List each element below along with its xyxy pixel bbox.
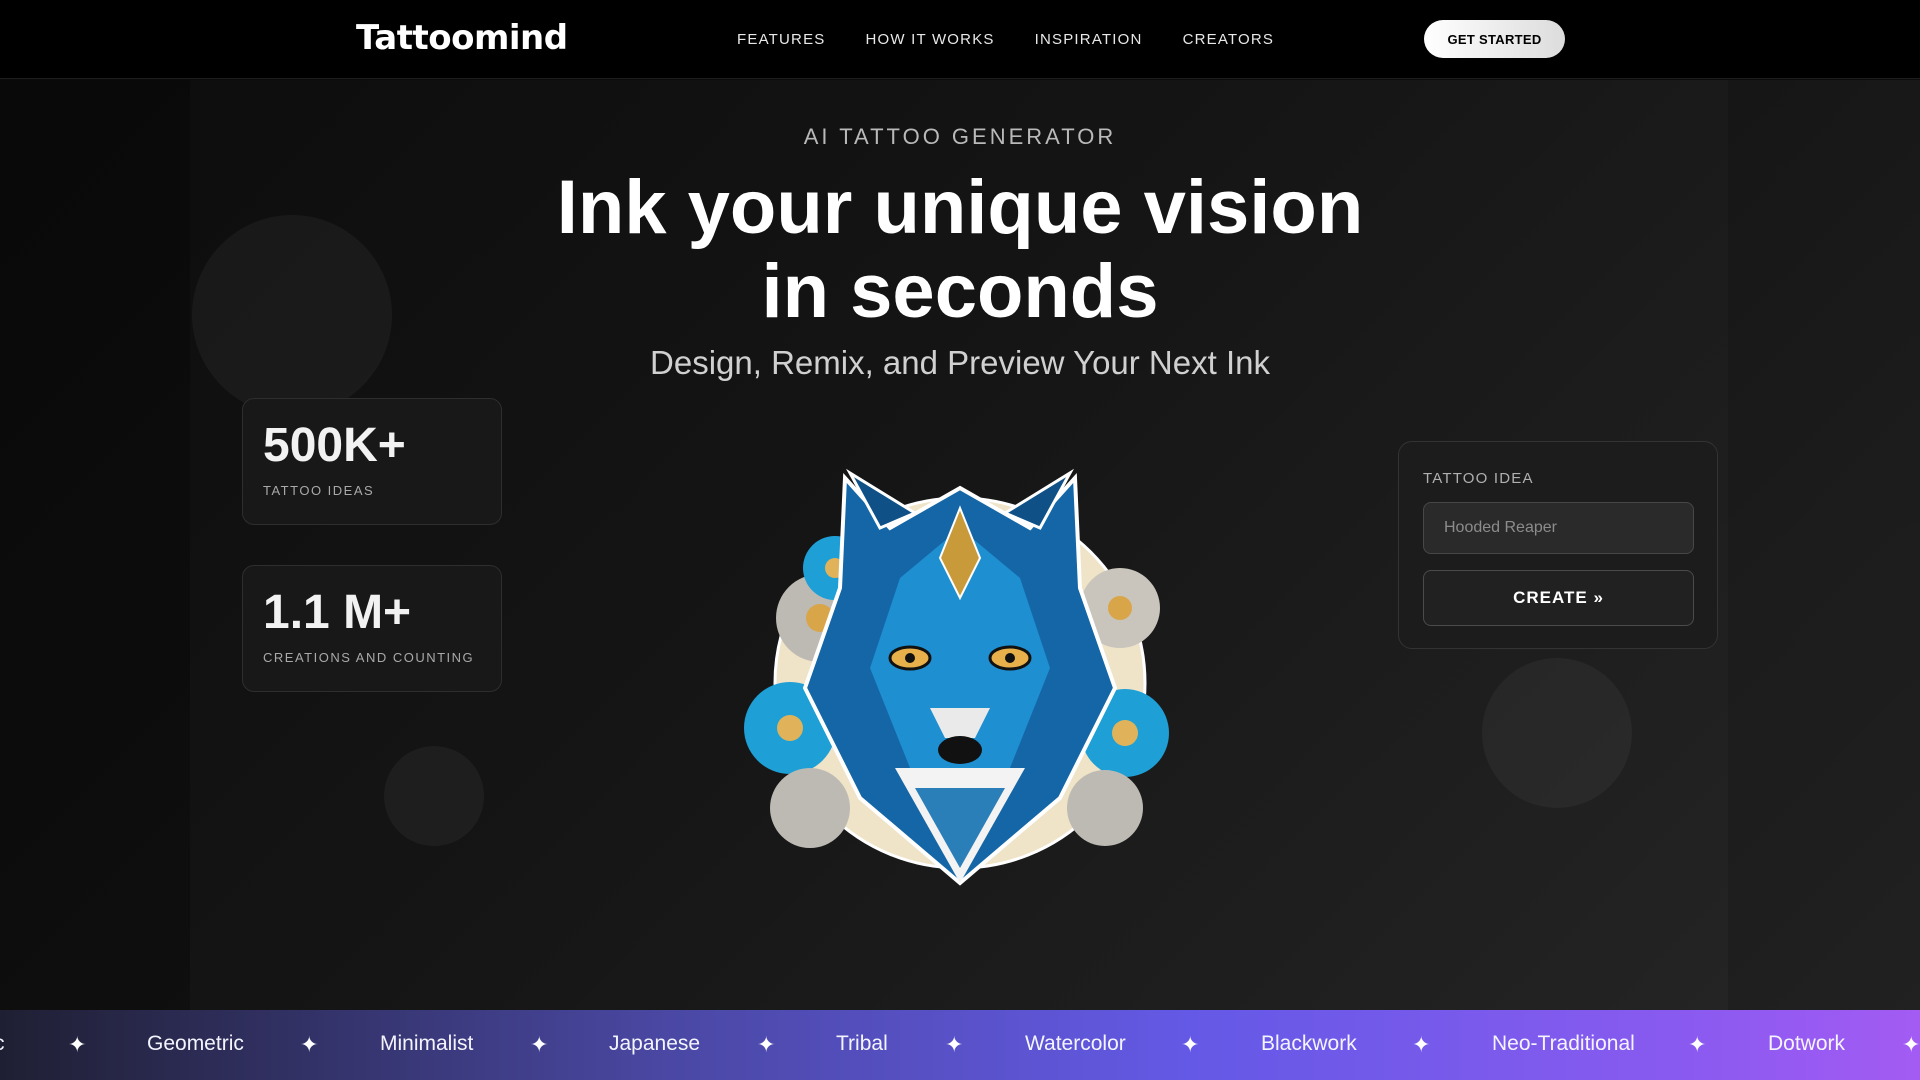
tattoo-idea-label: TATTOO IDEA bbox=[1423, 470, 1534, 487]
decorative-circle bbox=[1482, 658, 1632, 808]
wolf-tattoo-illustration bbox=[744, 468, 1169, 886]
tattoo-idea-input[interactable] bbox=[1423, 502, 1694, 554]
get-started-button[interactable]: GET STARTED bbox=[1424, 20, 1565, 58]
sparkle-icon: ✦ bbox=[300, 1032, 319, 1057]
style-tag-watercolor[interactable]: Watercolor bbox=[1025, 1032, 1126, 1056]
stat-card-creations: 1.1 M+ CREATIONS AND COUNTING bbox=[242, 565, 502, 692]
hero-headline-line-1: Ink your unique vision bbox=[556, 165, 1364, 250]
sparkle-icon: ✦ bbox=[1181, 1032, 1200, 1057]
style-tag-geometric[interactable]: Geometric bbox=[147, 1032, 244, 1056]
stat-label: CREATIONS AND COUNTING bbox=[263, 650, 475, 665]
style-marquee: c ✦ Geometric ✦ Minimalist ✦ Japanese ✦ … bbox=[0, 1010, 1920, 1080]
style-marquee-row: c ✦ Geometric ✦ Minimalist ✦ Japanese ✦ … bbox=[0, 1032, 1920, 1058]
sparkle-icon: ✦ bbox=[68, 1032, 87, 1057]
hero-headline-line-2: in seconds bbox=[761, 249, 1159, 334]
sparkle-icon: ✦ bbox=[530, 1032, 549, 1057]
style-tag[interactable]: c bbox=[0, 1032, 5, 1056]
stat-label: TATTOO IDEAS bbox=[263, 483, 375, 498]
stat-value: 1.1 M+ bbox=[263, 586, 412, 639]
hero-subheadline: Design, Remix, and Preview Your Next Ink bbox=[650, 344, 1270, 381]
brand-logo[interactable]: Tattoomind bbox=[356, 18, 568, 58]
top-navigation: Tattoomind FEATURES HOW IT WORKS INSPIRA… bbox=[0, 0, 1920, 79]
hero-section: AI TATTOO GENERATOR Ink your unique visi… bbox=[0, 80, 1920, 1010]
hero-headline: Ink your unique vision in seconds bbox=[0, 166, 1920, 334]
stat-value: 500K+ bbox=[263, 419, 406, 472]
style-tag-japanese[interactable]: Japanese bbox=[609, 1032, 700, 1056]
nav-link-inspiration[interactable]: INSPIRATION bbox=[1035, 31, 1143, 48]
sparkle-icon: ✦ bbox=[757, 1032, 776, 1057]
decorative-circle bbox=[384, 746, 484, 846]
sparkle-icon: ✦ bbox=[1412, 1032, 1431, 1057]
nav-link-features[interactable]: FEATURES bbox=[737, 31, 826, 48]
sparkle-icon: ✦ bbox=[945, 1032, 964, 1057]
nav-link-how-it-works[interactable]: HOW IT WORKS bbox=[866, 31, 995, 48]
sparkle-icon: ✦ bbox=[1688, 1032, 1707, 1057]
tattoo-idea-form: TATTOO IDEA CREATE » bbox=[1398, 441, 1718, 649]
hero-eyebrow: AI TATTOO GENERATOR bbox=[803, 124, 1117, 149]
style-tag-minimalist[interactable]: Minimalist bbox=[380, 1032, 473, 1056]
nav-links: FEATURES HOW IT WORKS INSPIRATION CREATO… bbox=[737, 31, 1274, 48]
sparkle-icon: ✦ bbox=[1902, 1032, 1920, 1057]
style-tag-dotwork[interactable]: Dotwork bbox=[1768, 1032, 1845, 1056]
stat-card-ideas: 500K+ TATTOO IDEAS bbox=[242, 398, 502, 525]
nav-link-creators[interactable]: CREATORS bbox=[1183, 31, 1275, 48]
style-tag-blackwork[interactable]: Blackwork bbox=[1261, 1032, 1357, 1056]
style-tag-tribal[interactable]: Tribal bbox=[836, 1032, 888, 1056]
create-button[interactable]: CREATE » bbox=[1423, 570, 1694, 626]
style-tag-neo-traditional[interactable]: Neo-Traditional bbox=[1492, 1032, 1635, 1056]
